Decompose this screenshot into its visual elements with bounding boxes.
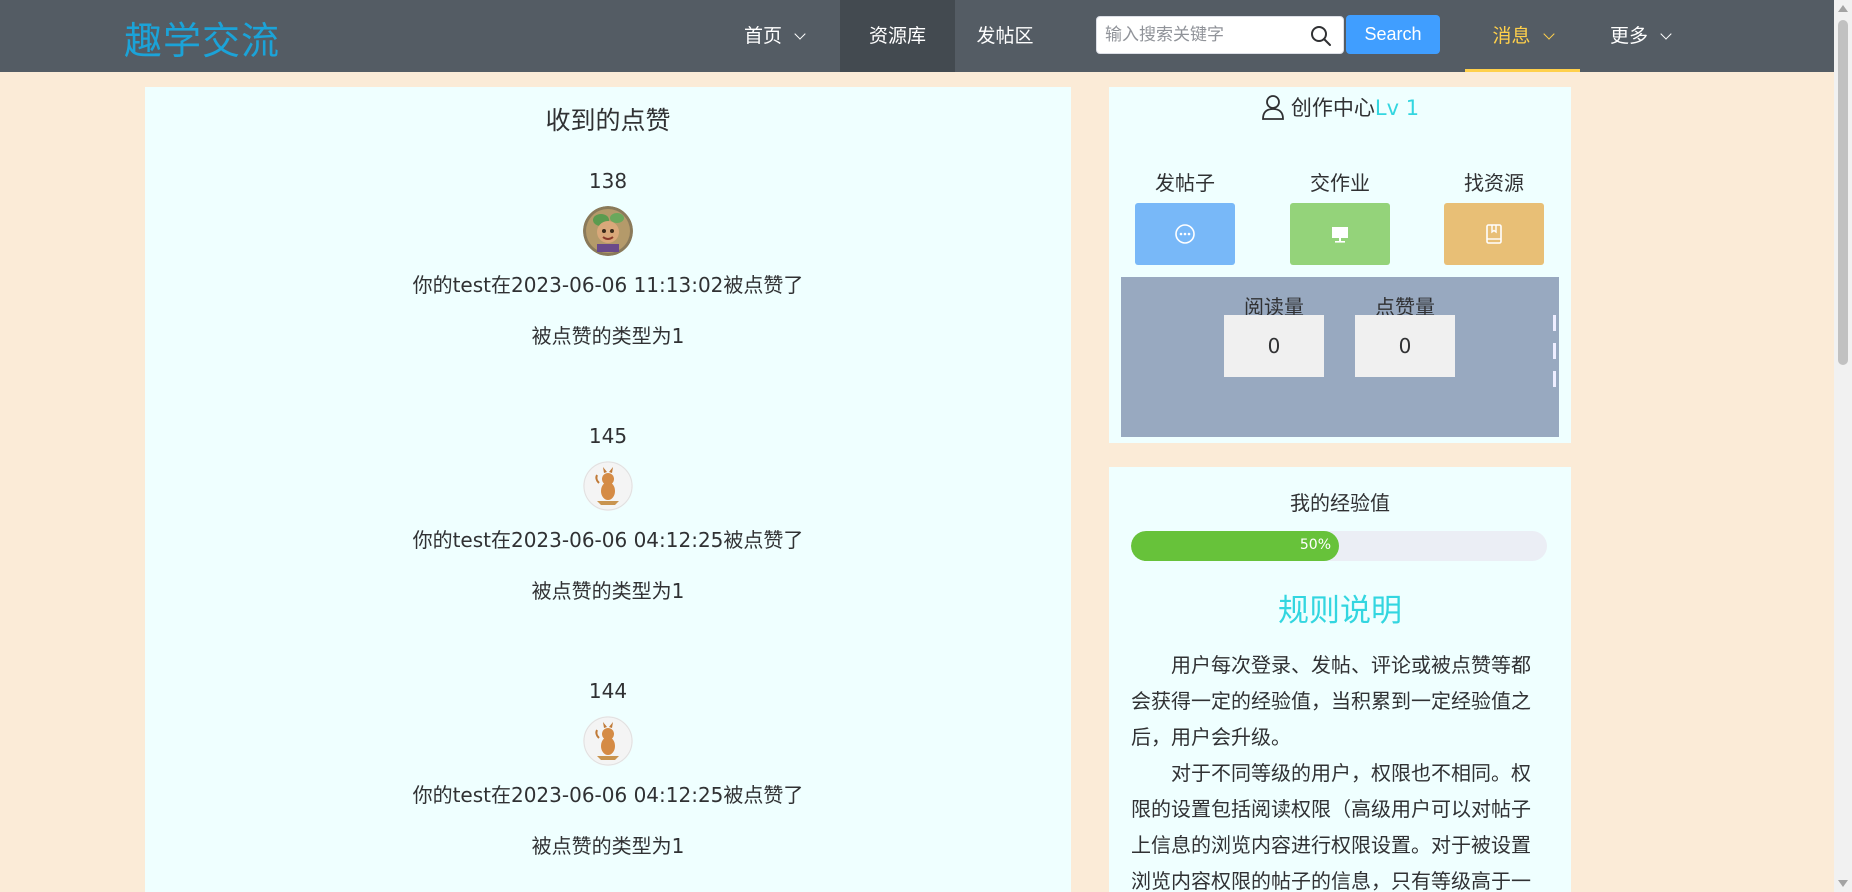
rules-title: 规则说明	[1278, 593, 1402, 629]
search-box	[1096, 16, 1344, 54]
progress-fill: 50%	[1131, 531, 1339, 561]
like-item: 144 你的test在2023-06-06 04:12:25被点赞了 被点赞的类…	[145, 679, 1071, 892]
like-id: 145	[588, 424, 628, 448]
like-id: 138	[588, 169, 628, 193]
reads-value: 0	[1224, 315, 1324, 377]
like-message: 你的test在2023-06-06 04:12:25被点赞了	[412, 783, 804, 807]
search-icon[interactable]	[1309, 24, 1333, 48]
like-id: 144	[588, 679, 628, 703]
homework-label: 交作业	[1310, 171, 1370, 195]
nav-more-label: 更多	[1609, 25, 1648, 47]
rules-paragraph: 用户每次登录、发帖、评论或被点赞等都会获得一定的经验值，当积累到一定经验值之后，…	[1131, 653, 1531, 749]
likes-panel: 收到的点赞 138 你的test在2023-06-06 11:13:02被点赞了…	[145, 87, 1071, 892]
rules-paragraph: 对于不同等级的用户，权限也不相同。权限的设置包括阅读权限（高级用户可以对帖子上信…	[1131, 761, 1531, 892]
like-type: 被点赞的类型为1	[531, 579, 685, 603]
like-type: 被点赞的类型为1	[531, 834, 685, 858]
chevron-down-icon	[1542, 28, 1555, 40]
avatar[interactable]	[583, 716, 633, 766]
nav-home[interactable]: 首页	[724, 0, 824, 72]
like-message: 你的test在2023-06-06 11:13:02被点赞了	[412, 273, 804, 297]
stats-area: 阅读量 0 点赞量 0	[1121, 277, 1559, 437]
nav-resources[interactable]: 资源库	[840, 0, 955, 72]
avatar[interactable]	[583, 206, 633, 256]
post-button[interactable]	[1135, 203, 1235, 265]
search-button[interactable]: Search	[1346, 15, 1440, 54]
user-icon	[1262, 95, 1284, 120]
experience-panel: 我的经验值 50% 规则说明 用户每次登录、发帖、评论或被点赞等都会获得一定的经…	[1109, 467, 1571, 892]
nav-resources-label: 资源库	[868, 25, 926, 47]
like-type: 被点赞的类型为1	[531, 324, 685, 348]
like-item: 138 你的test在2023-06-06 11:13:02被点赞了 被点赞的类…	[145, 169, 1071, 409]
page-scrollbar[interactable]	[1834, 0, 1852, 892]
nav-messages[interactable]: 消息	[1465, 0, 1580, 72]
like-message: 你的test在2023-06-06 04:12:25被点赞了	[412, 528, 804, 552]
top-navbar: 趣学交流 首页 资源库 发帖区 Search 消息 更多	[0, 0, 1834, 72]
scroll-up-arrow-icon[interactable]	[1838, 5, 1848, 12]
progress-text: 50%	[1299, 537, 1331, 553]
creator-center-title: 创作中心	[1290, 96, 1375, 120]
site-logo[interactable]: 趣学交流	[124, 10, 280, 65]
chevron-down-icon	[1660, 28, 1672, 40]
nav-posts-label: 发帖区	[976, 25, 1034, 47]
monitor-icon	[1332, 227, 1348, 243]
post-label: 发帖子	[1155, 171, 1215, 195]
rules-body: 用户每次登录、发帖、评论或被点赞等都会获得一定的经验值，当积累到一定经验值之后，…	[1131, 647, 1547, 892]
creator-center-panel: 创作中心Lv 1 发帖子 交作业 找资源 阅读量 0 点赞量 0	[1109, 87, 1571, 443]
scroll-thumb[interactable]	[1838, 20, 1848, 365]
user-level: Lv 1	[1374, 96, 1420, 120]
resource-button[interactable]	[1444, 203, 1544, 265]
likes-title: 收到的点赞	[545, 106, 671, 135]
chevron-down-icon	[794, 28, 806, 40]
experience-progress-bar: 50%	[1131, 531, 1547, 561]
nav-messages-label: 消息	[1492, 25, 1531, 47]
scroll-down-arrow-icon[interactable]	[1838, 880, 1848, 887]
resource-label: 找资源	[1464, 171, 1524, 195]
notebook-icon	[1486, 224, 1502, 244]
avatar[interactable]	[583, 461, 633, 511]
likes-count-value: 0	[1355, 315, 1455, 377]
stats-scroll-indicator	[1553, 315, 1557, 387]
creator-center-header: 创作中心Lv 1	[1109, 92, 1571, 122]
nav-more[interactable]: 更多	[1590, 0, 1690, 72]
chat-icon	[1175, 224, 1195, 244]
homework-button[interactable]	[1290, 203, 1390, 265]
nav-posts[interactable]: 发帖区	[955, 0, 1055, 72]
nav-home-label: 首页	[743, 25, 782, 47]
experience-title: 我的经验值	[1290, 491, 1390, 515]
search-input[interactable]	[1105, 17, 1305, 53]
like-item: 145 你的test在2023-06-06 04:12:25被点赞了 被点赞的类…	[145, 424, 1071, 664]
